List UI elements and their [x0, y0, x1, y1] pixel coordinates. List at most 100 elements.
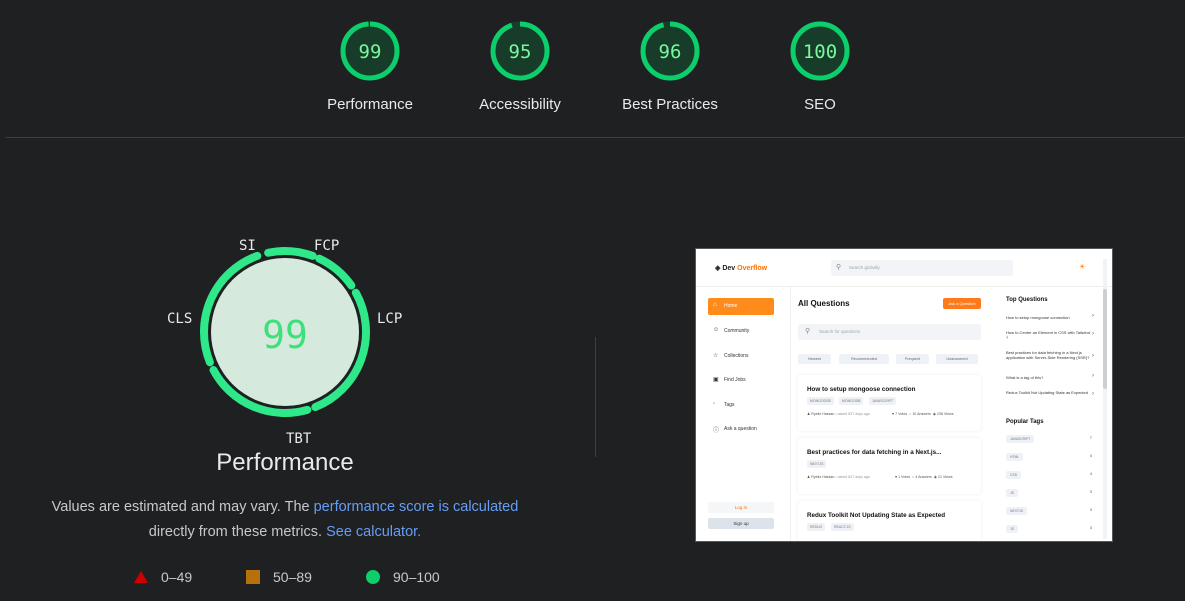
metric-label-lcp: LCP [377, 311, 403, 327]
chevron-right-icon: › [1092, 373, 1094, 379]
signup-button: Sign up [708, 518, 774, 529]
app-logo: ◈ Dev Overflow [715, 265, 768, 272]
chevron-right-icon: › [1092, 313, 1094, 319]
description-text-2: directly from these metrics. [148, 524, 323, 540]
sidebar-item-community: ☺ Community [713, 327, 750, 334]
top-questions-title: Top Questions [1006, 297, 1048, 303]
score-ring: 100 [790, 21, 850, 81]
users-icon: ☺ [713, 327, 720, 333]
vertical-divider [595, 337, 596, 457]
sidebar-item-ask-question: ⓘ Ask a question [713, 426, 757, 434]
question-tag: JAVASCRIPT [869, 397, 897, 405]
legend-average: 50–89 [245, 569, 312, 585]
briefcase-icon: ▣ [713, 377, 719, 383]
popular-tag: HTML [1006, 453, 1024, 461]
filter-unanswered: Unanswered [936, 354, 978, 364]
question-stats: ♥ 1 Votes ○ 4 Answers ◉ 21 Views [895, 475, 953, 479]
score-value: 96 [659, 41, 682, 63]
legend-fail-label: 0–49 [161, 569, 193, 585]
metric-label-si: SI [239, 238, 256, 254]
tag-count: 3 [1089, 507, 1092, 512]
login-button: Log In [708, 502, 774, 513]
performance-score-link[interactable]: performance score is calculated [314, 499, 519, 515]
question-icon: ⓘ [713, 428, 720, 434]
app-header: ◈ Dev Overflow ⚲ Search globally ☀ [696, 249, 1112, 287]
sidebar-item-home: ⌂ Home [708, 298, 774, 315]
question-title: Redux Toolkit Not Updating State as Expe… [807, 512, 946, 519]
search-icon: ⚲ [805, 328, 811, 335]
question-card: Redux Toolkit Not Updating State as Expe… [798, 501, 981, 541]
section-divider [6, 137, 1185, 138]
category-summary: 99 Performance 95 Accessibility 96 Best … [0, 0, 1185, 138]
question-author: ♟ Ryeitz Hassan • asked 837 days ago [807, 475, 870, 479]
sun-icon: ☀ [1079, 264, 1086, 271]
right-sidebar: Top Questions How to setup mongoose conn… [996, 287, 1100, 541]
sidebar-item-find-jobs: ▣ Find Jobs [713, 377, 746, 383]
tag-count: 3 [1089, 525, 1092, 530]
legend-pass: 90–100 [365, 569, 440, 585]
filter-frequent: Frequent [896, 354, 929, 364]
popular-tag: CSS [1006, 471, 1021, 479]
performance-description: Values are estimated and may vary. The p… [40, 495, 530, 545]
chevron-right-icon: › [1092, 331, 1094, 337]
home-icon: ⌂ [713, 302, 717, 308]
gauge-performance[interactable]: 99 Performance [310, 20, 430, 113]
question-tag: NEXTJS [807, 460, 827, 468]
gauge-best-practices[interactable]: 96 Best Practices [610, 20, 730, 113]
chevron-right-icon: › [1092, 353, 1094, 359]
top-question-item: How to setup mongoose connection [1006, 315, 1070, 320]
triangle-icon [134, 571, 148, 583]
gauge-label: Performance [327, 96, 413, 113]
question-card: How to setup mongoose connection MONGOOS… [798, 375, 981, 431]
performance-metrics-gauge: 99 [200, 247, 370, 417]
circle-icon [366, 570, 380, 584]
metric-label-fcp: FCP [314, 238, 340, 254]
popular-tag: JS [1006, 489, 1018, 497]
score-ring: 96 [640, 21, 700, 81]
gauge-label: Accessibility [479, 96, 561, 113]
performance-title: Performance [216, 449, 354, 476]
score-ring: 95 [490, 21, 550, 81]
scrollbar [1103, 259, 1107, 539]
main-content: All Questions Ask a Question ⚲ Search fo… [791, 287, 991, 541]
question-title: How to setup mongoose connection [807, 386, 916, 393]
global-search-input: ⚲ Search globally [831, 260, 1013, 276]
see-calculator-link[interactable]: See calculator. [326, 524, 421, 540]
final-screenshot[interactable]: ◈ Dev Overflow ⚲ Search globally ☀ ⌂ Home… [695, 248, 1113, 542]
top-question-item: Best practices for data fetching in a Ne… [1006, 350, 1090, 360]
sidebar-item-collections: ☆ Collections [713, 353, 749, 359]
question-tag: MONGOOSE [807, 397, 835, 405]
question-tag: MONGODB [839, 397, 864, 405]
score-value: 99 [359, 41, 382, 63]
tag-icon: ◦ [713, 401, 716, 407]
gauge-label: SEO [804, 96, 836, 113]
search-icon: ⚲ [836, 264, 842, 271]
ask-question-button: Ask a Question [943, 298, 981, 309]
tag-count: 4 [1089, 471, 1092, 476]
app-sidebar: ⌂ Home ☺ Community ☆ Collections ▣ Find Jobs… [696, 287, 791, 541]
legend-average-label: 50–89 [273, 569, 312, 585]
performance-score: 99 [262, 313, 308, 357]
scrollbar-thumb [1103, 289, 1107, 389]
tag-count: 3 [1089, 489, 1092, 494]
chevron-right-icon: › [1092, 391, 1094, 397]
filter-recommended: Recommended [839, 354, 889, 364]
question-title: Best practices for data fetching in a Ne… [807, 449, 942, 456]
popular-tag: JS [1006, 525, 1018, 533]
question-search-input: ⚲ Search for questions [798, 324, 981, 340]
score-value: 95 [509, 41, 532, 63]
gauge-seo[interactable]: 100 SEO [760, 20, 880, 113]
gauge-label: Best Practices [622, 96, 718, 113]
score-ring: 99 [340, 21, 400, 81]
tag-count: 4 [1089, 453, 1092, 458]
gauge-accessibility[interactable]: 95 Accessibility [460, 20, 580, 113]
page-title: All Questions [798, 299, 850, 308]
square-icon [246, 570, 260, 584]
top-question-item: What is a tag of this? [1006, 375, 1044, 380]
question-card: Best practices for data fetching in a Ne… [798, 438, 981, 494]
tag-count: 7 [1089, 435, 1092, 440]
top-question-item: How to Center an Element in CSS with Tai… [1006, 330, 1090, 340]
popular-tag: NEXTJS [1006, 507, 1027, 515]
question-tag: REDUX [807, 523, 826, 531]
description-text: Values are estimated and may vary. The [51, 499, 314, 515]
